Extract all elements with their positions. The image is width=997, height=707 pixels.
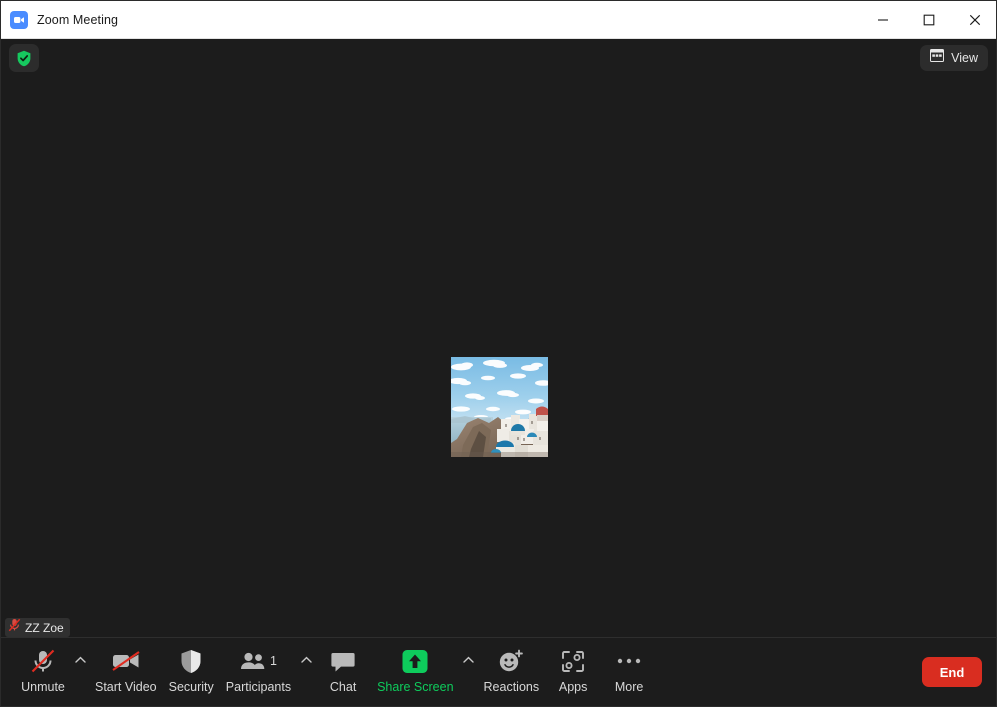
meeting-stage: View ZZ Zoe xyxy=(1,39,996,639)
toolbar-button-label-reactions: Reactions xyxy=(483,679,540,694)
ellipsis-icon xyxy=(616,648,642,675)
participants-count-badge: 1 xyxy=(269,654,277,668)
zoom-meeting-window: Zoom Meeting View ZZ Zoe Unmute Start Vi… xyxy=(0,0,997,707)
video-muted-icon xyxy=(111,648,141,675)
smiley-plus-icon xyxy=(498,648,524,675)
apps-bracket-icon xyxy=(561,648,585,675)
meeting-toolbar: Unmute Start Video Security 1 Participant… xyxy=(1,637,996,707)
title-bar-left: Zoom Meeting xyxy=(1,10,860,29)
toolbar-items: Unmute Start Video Security 1 Participant… xyxy=(15,638,922,707)
chevron-up-icon-share-screen[interactable] xyxy=(460,645,478,691)
self-video-thumbnail[interactable] xyxy=(451,357,548,457)
encryption-shield-icon[interactable] xyxy=(9,44,39,72)
toolbar-button-unmute[interactable]: Unmute xyxy=(15,645,71,694)
toolbar-button-participants[interactable]: 1 Participants xyxy=(220,645,297,694)
toolbar-button-label-chat: Chat xyxy=(329,679,357,694)
window-controls xyxy=(860,1,996,39)
self-name-label: ZZ Zoe xyxy=(25,620,64,635)
toolbar-button-start-video[interactable]: Start Video xyxy=(89,645,163,694)
microphone-muted-icon xyxy=(30,648,56,675)
toolbar-button-label-participants: Participants xyxy=(225,679,292,694)
share-arrow-up-icon xyxy=(401,648,429,675)
maximize-icon[interactable] xyxy=(906,1,952,39)
toolbar-button-more[interactable]: More xyxy=(601,645,657,694)
title-bar: Zoom Meeting xyxy=(1,1,996,39)
window-title: Zoom Meeting xyxy=(37,12,119,27)
toolbar-button-label-unmute: Unmute xyxy=(21,679,65,694)
toolbar-button-label-share-screen: Share Screen xyxy=(377,679,454,694)
chevron-up-icon-unmute[interactable] xyxy=(71,645,89,691)
toolbar-button-label-apps: Apps xyxy=(558,679,588,694)
muted-microphone-icon xyxy=(8,618,21,637)
toolbar-button-share-screen[interactable]: Share Screen xyxy=(371,645,459,694)
layout-grid-icon xyxy=(930,49,945,67)
toolbar-button-apps[interactable]: Apps xyxy=(545,645,601,694)
toolbar-button-chat[interactable]: Chat xyxy=(315,645,371,694)
self-name-tag: ZZ Zoe xyxy=(5,618,70,637)
people-icon: 1 xyxy=(240,648,277,675)
view-button-label: View xyxy=(951,51,978,65)
shield-icon xyxy=(180,648,202,675)
toolbar-button-label-security: Security xyxy=(168,679,214,694)
chat-bubble-icon xyxy=(331,648,355,675)
chevron-up-icon-participants[interactable] xyxy=(297,645,315,691)
virtual-background-image xyxy=(451,357,548,457)
minimize-icon[interactable] xyxy=(860,1,906,39)
zoom-video-icon xyxy=(10,10,28,29)
toolbar-button-security[interactable]: Security xyxy=(163,645,220,694)
view-button[interactable]: View xyxy=(920,45,988,71)
toolbar-button-label-start-video: Start Video xyxy=(95,679,157,694)
toolbar-button-reactions[interactable]: Reactions xyxy=(478,645,546,694)
close-icon[interactable] xyxy=(952,1,996,39)
toolbar-button-label-more: More xyxy=(614,679,644,694)
end-meeting-button[interactable]: End xyxy=(922,657,982,687)
